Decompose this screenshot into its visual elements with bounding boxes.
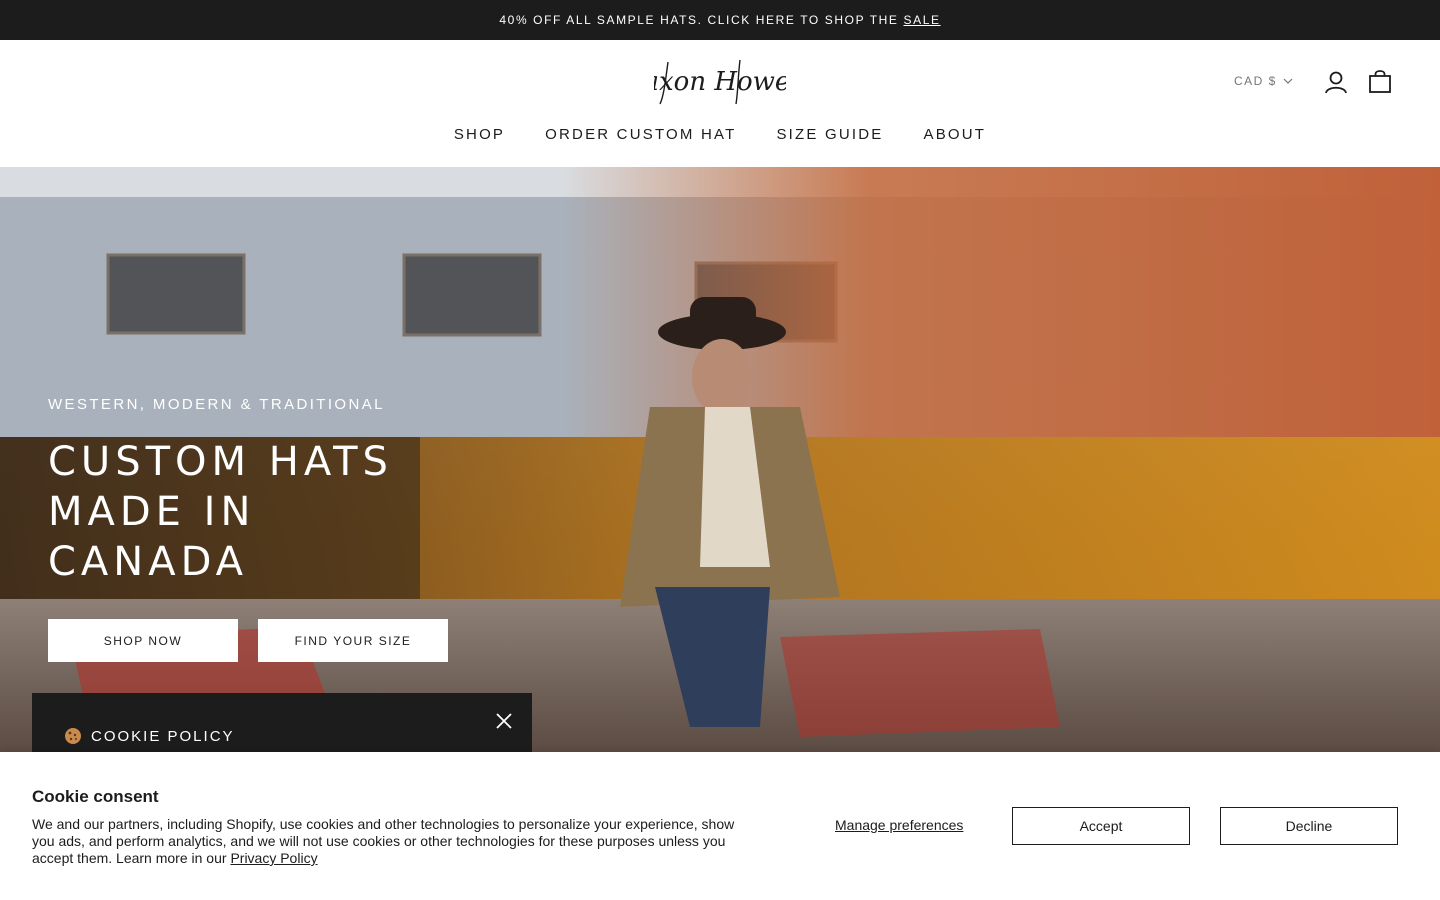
decline-button[interactable]: Decline (1220, 807, 1398, 845)
nav-shop[interactable]: SHOP (454, 126, 505, 143)
account-icon[interactable] (1323, 69, 1349, 95)
main-nav: SHOP ORDER CUSTOM HAT SIZE GUIDE ABOUT (0, 126, 1440, 143)
currency-selector[interactable]: CAD $ (1234, 74, 1293, 88)
logo-text: Jaxon Howell (654, 67, 786, 97)
manage-preferences-link[interactable]: Manage preferences (835, 817, 963, 833)
hero-title-line: MADE IN (48, 489, 256, 535)
hero-title-line: CANADA (48, 539, 249, 585)
consent-body: We and our partners, including Shopify, … (32, 816, 752, 867)
nav-about[interactable]: ABOUT (923, 126, 986, 143)
announcement-bar[interactable]: 40% OFF ALL SAMPLE HATS. CLICK HERE TO S… (0, 0, 1440, 40)
accept-button[interactable]: Accept (1012, 807, 1190, 845)
cookie-policy-title: COOKIE POLICY (91, 728, 235, 745)
cookie-icon (65, 728, 81, 744)
shop-now-button[interactable]: SHOP NOW (48, 619, 238, 662)
consent-title: Cookie consent (32, 787, 159, 806)
logo[interactable]: Jaxon Howell (654, 56, 786, 108)
hero-title-line: CUSTOM HATS (48, 439, 393, 485)
announcement-sale-link[interactable]: SALE (904, 13, 941, 27)
site-header: Jaxon Howell CAD $ SHOP ORDER CUSTOM HAT… (0, 40, 1440, 167)
hero-subtitle: WESTERN, MODERN & TRADITIONAL (48, 396, 385, 413)
cookie-consent-banner: Cookie consent We and our partners, incl… (0, 752, 1440, 900)
hero-banner: WESTERN, MODERN & TRADITIONAL CUSTOM HAT… (0, 167, 1440, 757)
nav-size-guide[interactable]: SIZE GUIDE (776, 126, 883, 143)
close-icon[interactable] (494, 711, 514, 731)
nav-order-custom-hat[interactable]: ORDER CUSTOM HAT (545, 126, 736, 143)
cart-icon[interactable] (1367, 68, 1393, 94)
consent-body-text: We and our partners, including Shopify, … (32, 816, 735, 866)
hero-title: CUSTOM HATS MADE IN CANADA (48, 437, 468, 587)
cookie-policy-popup: COOKIE POLICY (32, 693, 532, 757)
privacy-policy-link[interactable]: Privacy Policy (230, 850, 317, 866)
find-your-size-button[interactable]: FIND YOUR SIZE (258, 619, 448, 662)
chevron-down-icon (1283, 78, 1293, 84)
announcement-text[interactable]: 40% OFF ALL SAMPLE HATS. CLICK HERE TO S… (499, 13, 898, 27)
currency-label: CAD $ (1234, 74, 1277, 88)
